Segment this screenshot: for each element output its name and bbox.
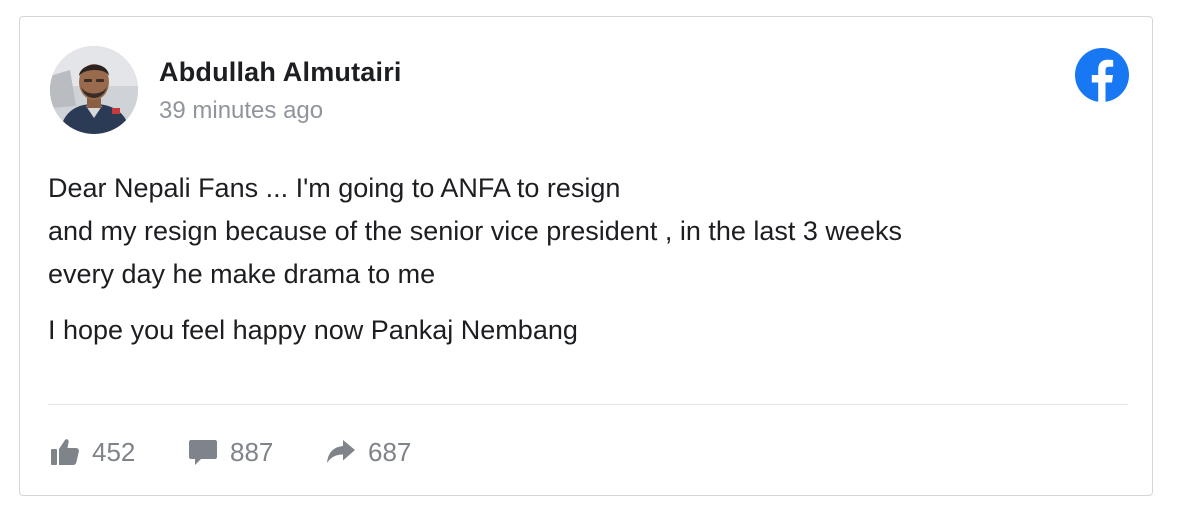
- comment-bubble-icon: [188, 438, 218, 466]
- author-name[interactable]: Abdullah Almutairi: [159, 57, 402, 88]
- likes-count: 452: [92, 436, 136, 467]
- post-line: and my resign because of the senior vice…: [48, 216, 902, 246]
- facebook-post-card: Abdullah Almutairi 39 minutes ago Dear N…: [19, 16, 1153, 496]
- post-line: I hope you feel happy now Pankaj Nembang: [48, 315, 578, 345]
- post-timestamp[interactable]: 39 minutes ago: [159, 97, 323, 125]
- avatar[interactable]: [50, 46, 138, 134]
- post-paragraph: I hope you feel happy now Pankaj Nembang: [48, 309, 1128, 352]
- avatar-photo: [50, 46, 138, 134]
- facebook-logo-icon[interactable]: [1074, 47, 1130, 103]
- post-line: every day he make drama to me: [48, 259, 436, 289]
- comments-count: 887: [230, 436, 274, 467]
- shares-stat[interactable]: 687: [326, 432, 411, 472]
- post-paragraph: Dear Nepali Fans ... I'm going to ANFA t…: [48, 167, 1128, 296]
- likes-stat[interactable]: 452: [50, 432, 135, 472]
- shares-count: 687: [368, 436, 412, 467]
- post-text: Dear Nepali Fans ... I'm going to ANFA t…: [48, 167, 1128, 352]
- comments-stat[interactable]: 887: [188, 432, 273, 472]
- post-line: Dear Nepali Fans ... I'm going to ANFA t…: [48, 173, 621, 203]
- divider: [48, 404, 1128, 405]
- share-arrow-icon: [326, 439, 356, 465]
- thumbs-up-icon: [50, 438, 80, 466]
